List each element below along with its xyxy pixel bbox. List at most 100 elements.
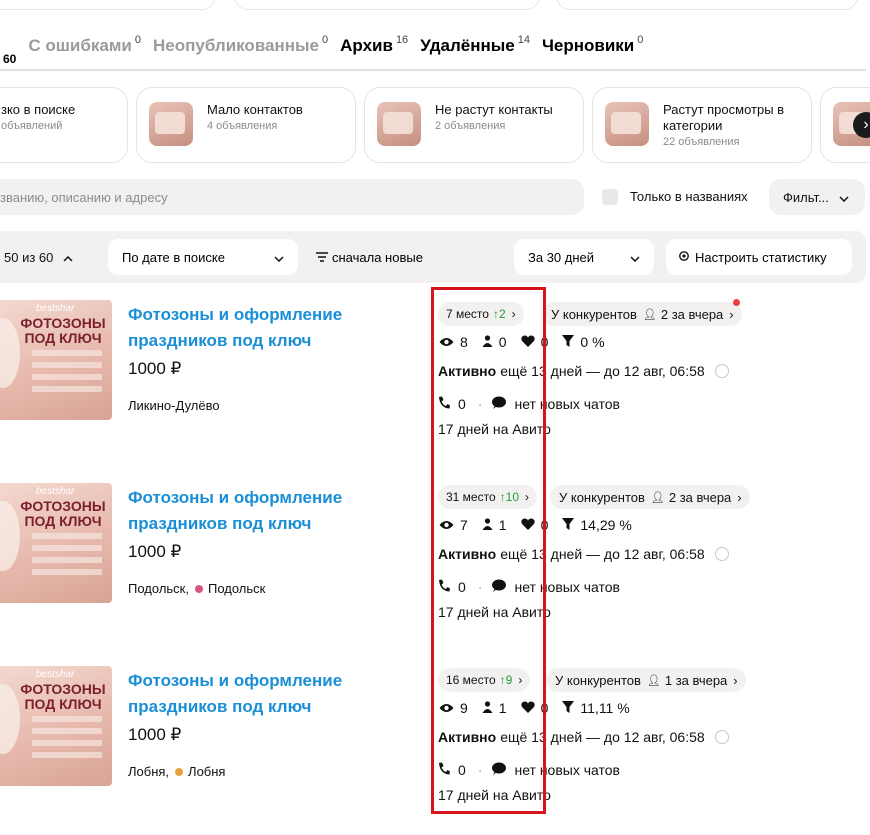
sort-order-toggle[interactable]: сначала новые — [316, 250, 423, 265]
chevron-up-icon — [63, 251, 73, 265]
listing-photo[interactable]: bestshar ФОТОЗОНЫ ПОД КЛЮЧ — [0, 300, 112, 420]
metro-dot — [175, 767, 184, 776]
chevron-right-icon: › — [737, 489, 742, 505]
competitors-badge[interactable]: У конкурентов 👤︎ 1 за вчера › — [546, 668, 746, 692]
tab-errors[interactable]: С ошибками 0 — [28, 34, 141, 56]
favorites-count: 0 — [540, 517, 549, 533]
search-field[interactable] — [0, 179, 584, 215]
chat-icon — [492, 396, 507, 412]
sort-select[interactable]: По дате в поиске — [108, 239, 298, 275]
listing-photo[interactable]: bestshar ФОТОЗОНЫ ПОД КЛЮЧ — [0, 483, 112, 603]
chats-status[interactable]: нет новых чатов — [514, 396, 620, 412]
contacts-count: 1 — [498, 517, 507, 533]
card-contacts-not-growing[interactable]: Не растут контакты 2 объявления — [364, 87, 584, 163]
person-icon: 👤︎ — [650, 491, 665, 504]
favorites-count: 0 — [540, 700, 549, 716]
heart-icon — [520, 517, 535, 533]
chevron-down-icon — [274, 250, 284, 265]
tab-drafts[interactable]: Черновики 0 — [542, 34, 644, 56]
tab-count: 14 — [517, 34, 530, 46]
tab-active[interactable]: 60 — [0, 51, 16, 66]
only-titles-label: Только в названиях — [630, 189, 748, 204]
listing-title-link[interactable]: Фотозоны и оформление праздников под клю… — [128, 668, 388, 720]
only-titles-checkbox[interactable] — [602, 189, 618, 205]
listing-contacts: 0 · нет новых чатов — [438, 396, 620, 412]
card-subtitle: 2 объявления — [435, 120, 506, 132]
views-count: 8 — [460, 334, 468, 350]
person-icon — [482, 517, 493, 533]
card-thumbnail — [149, 102, 193, 146]
chevron-down-icon — [839, 190, 849, 205]
chevron-down-icon — [630, 250, 640, 265]
top-stub-middle[interactable] — [234, 0, 540, 10]
chevron-right-icon: › — [733, 672, 738, 688]
heart-icon — [520, 334, 535, 350]
chats-status[interactable]: нет новых чатов — [514, 762, 620, 778]
listing-price: 1000 ₽ — [128, 359, 182, 378]
calls-count: 0 — [458, 579, 466, 595]
listing-contacts: 0 · нет новых чатов — [438, 762, 620, 778]
listing-title-link[interactable]: Фотозоны и оформление праздников под клю… — [128, 485, 388, 537]
photo-title: ФОТОЗОНЫ ПОД КЛЮЧ — [20, 315, 106, 346]
listing-stats: 8 0 0 0 % — [439, 334, 619, 350]
views-count: 9 — [460, 700, 468, 716]
listing-contacts: 0 · нет новых чатов — [438, 579, 620, 595]
listing-photo[interactable]: bestshar ФОТОЗОНЫ ПОД КЛЮЧ — [0, 666, 112, 786]
card-subtitle: 4 объявления — [207, 120, 278, 132]
tab-deleted[interactable]: Удалённые 14 — [420, 34, 530, 56]
search-input[interactable] — [0, 189, 584, 205]
days-on-site: 17 дней на Авито — [438, 787, 551, 803]
info-icon[interactable] — [714, 730, 729, 744]
period-select[interactable]: За 30 дней — [514, 239, 654, 275]
card-title: Не растут контакты — [435, 102, 553, 117]
filters-button[interactable]: Фильт... — [769, 179, 865, 215]
listing-title-link[interactable]: Фотозоны и оформление праздников под клю… — [128, 302, 388, 354]
top-stub-left[interactable] — [0, 0, 216, 10]
chats-status[interactable]: нет новых чатов — [514, 579, 620, 595]
favorites-count: 0 — [540, 334, 549, 350]
search-rank-badge[interactable]: 16 место ↑ 9 › — [438, 668, 531, 692]
photo-title: ФОТОЗОНЫ ПОД КЛЮЧ — [20, 498, 106, 529]
competitors-badge[interactable]: У конкурентов 👤︎ 2 за вчера › — [542, 299, 742, 326]
card-low-in-search[interactable]: зко в поиске объявлений — [0, 87, 128, 163]
funnel-icon — [562, 517, 575, 533]
listing-status: Активно ещё 13 дней — до 12 авг, 06:58 — [438, 546, 729, 562]
tab-count: 0 — [637, 34, 644, 46]
contacts-count: 1 — [498, 700, 507, 716]
top-stub-right[interactable] — [556, 0, 858, 10]
listing-stats: 9 1 0 11,11 % — [439, 700, 644, 716]
chevron-right-icon: › — [518, 673, 523, 687]
card-title: Мало контактов — [207, 102, 303, 117]
recommendation-cards: зко в поиске объявлений Мало контактов 4… — [0, 87, 870, 163]
conversion-value: 14,29 % — [580, 517, 632, 533]
tab-unpublished[interactable]: Неопубликованные 0 — [153, 34, 328, 56]
tab-archive[interactable]: Архив 16 — [340, 34, 408, 56]
chat-icon — [492, 579, 507, 595]
filters-label: Фильт... — [783, 189, 829, 205]
sort-lines-icon — [316, 250, 328, 265]
photo-brand: bestshar — [36, 486, 75, 497]
days-on-site: 17 дней на Авито — [438, 421, 551, 437]
metro-station: Лобня — [188, 764, 226, 779]
card-views-growing[interactable]: Растут просмотры в категории 22 объявлен… — [592, 87, 812, 163]
person-icon — [482, 700, 493, 716]
photo-brand: bestshar — [36, 669, 75, 680]
tabs-divider — [0, 69, 866, 71]
info-icon[interactable] — [714, 364, 729, 378]
funnel-icon — [562, 700, 575, 716]
search-rank-badge[interactable]: 31 место ↑ 10 › — [438, 485, 537, 509]
card-thumbnail — [605, 102, 649, 146]
status-tabs: 60 С ошибками 0 Неопубликованные 0 Архив… — [0, 34, 655, 66]
search-rank-badge[interactable]: 7 место ↑ 2 › — [438, 302, 524, 326]
listing-location: Ликино-Дулёво — [128, 398, 220, 413]
listing-stats: 7 1 0 14,29 % — [439, 517, 646, 533]
competitors-badge[interactable]: У конкурентов 👤︎ 2 за вчера › — [550, 485, 750, 509]
card-few-contacts[interactable]: Мало контактов 4 объявления — [136, 87, 356, 163]
calls-count: 0 — [458, 762, 466, 778]
listing-item: bestshar ФОТОЗОНЫ ПОД КЛЮЧ Фотозоны и оф… — [0, 299, 866, 450]
eye-icon — [439, 518, 454, 533]
configure-stats-button[interactable]: Настроить статистику — [666, 239, 852, 275]
selection-count[interactable]: 50 из 60 — [4, 250, 73, 265]
info-icon[interactable] — [714, 547, 729, 561]
metro-station: Подольск — [207, 581, 266, 596]
